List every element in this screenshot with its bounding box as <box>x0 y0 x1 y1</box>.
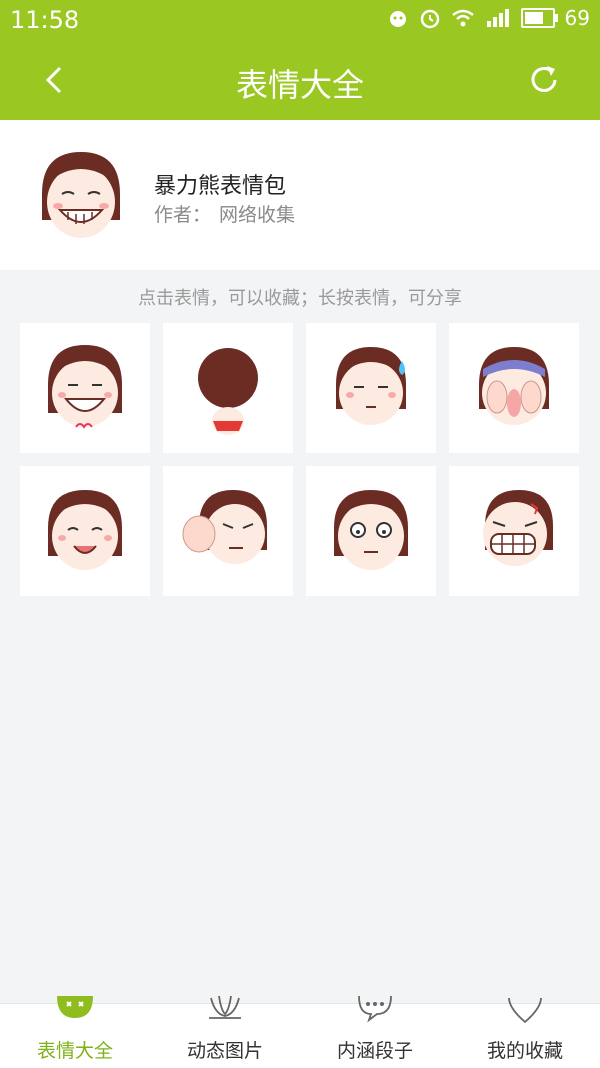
sticker-angry-teeth[interactable] <box>449 466 579 596</box>
sticker-face-palm[interactable] <box>449 323 579 453</box>
nav-label-jokes: 内涵段子 <box>336 1040 413 1062</box>
lotus-icon <box>209 996 241 1019</box>
status-icons: 69 <box>387 6 590 30</box>
author-label: 作者： <box>154 204 212 226</box>
emoji-face-icon <box>57 996 93 1018</box>
status-time: 11:58 <box>10 6 80 34</box>
status-bar: 11:58 69 <box>0 0 600 40</box>
sticker-punch[interactable] <box>163 466 293 596</box>
signal-icon <box>486 9 509 27</box>
pack-author: 作者： 网络收集 <box>154 200 303 227</box>
battery-level: 69 <box>564 6 590 30</box>
sticker-grin[interactable] <box>20 323 150 453</box>
pack-avatar <box>42 152 120 238</box>
nav-label-emoji: 表情大全 <box>36 1040 113 1062</box>
page-title: 表情大全 <box>235 66 364 104</box>
sticker-back-view[interactable] <box>163 323 293 453</box>
heart-icon <box>508 997 542 1024</box>
nav-item-animated[interactable]: 动态图片 <box>150 996 300 1068</box>
alarm-icon <box>420 9 439 29</box>
sticker-dazed[interactable] <box>306 466 436 596</box>
sticker-grid <box>20 323 580 596</box>
nav-item-jokes[interactable]: 内涵段子 <box>300 996 450 1068</box>
sticker-sweat-image <box>336 347 406 425</box>
nav-label-animated: 动态图片 <box>186 1040 263 1062</box>
bottom-nav: 表情大全 动态图片 内涵段子 我的收藏 <box>0 996 600 1068</box>
sticker-face-palm-image <box>479 347 549 425</box>
nav-item-emoji[interactable]: 表情大全 <box>0 996 150 1068</box>
sticker-grin-image <box>48 345 122 429</box>
refresh-icon[interactable] <box>524 60 564 100</box>
sticker-punch-image <box>182 490 267 564</box>
sticker-angry-teeth-image <box>483 490 553 566</box>
nav-label-favorites: 我的收藏 <box>486 1040 563 1062</box>
sticker-smile-image <box>48 490 122 570</box>
pack-name: 暴力熊表情包 <box>154 174 287 199</box>
wifi-icon <box>451 9 474 27</box>
notification-icon <box>389 11 406 27</box>
chat-bubble-icon <box>358 996 392 1023</box>
nav-item-favorites[interactable]: 我的收藏 <box>450 997 600 1068</box>
app-bar: 表情大全 <box>0 40 600 120</box>
pack-header: 暴力熊表情包 作者： 网络收集 <box>0 120 600 270</box>
usage-hint: 点击表情，可以收藏；长按表情，可分享 <box>138 288 462 309</box>
author-name: 网络收集 <box>219 204 296 226</box>
sticker-dazed-image <box>334 490 408 570</box>
sticker-smile[interactable] <box>20 466 150 596</box>
sticker-sweat[interactable] <box>306 323 436 453</box>
battery-icon <box>520 8 558 28</box>
sticker-back-view-image <box>198 348 258 435</box>
